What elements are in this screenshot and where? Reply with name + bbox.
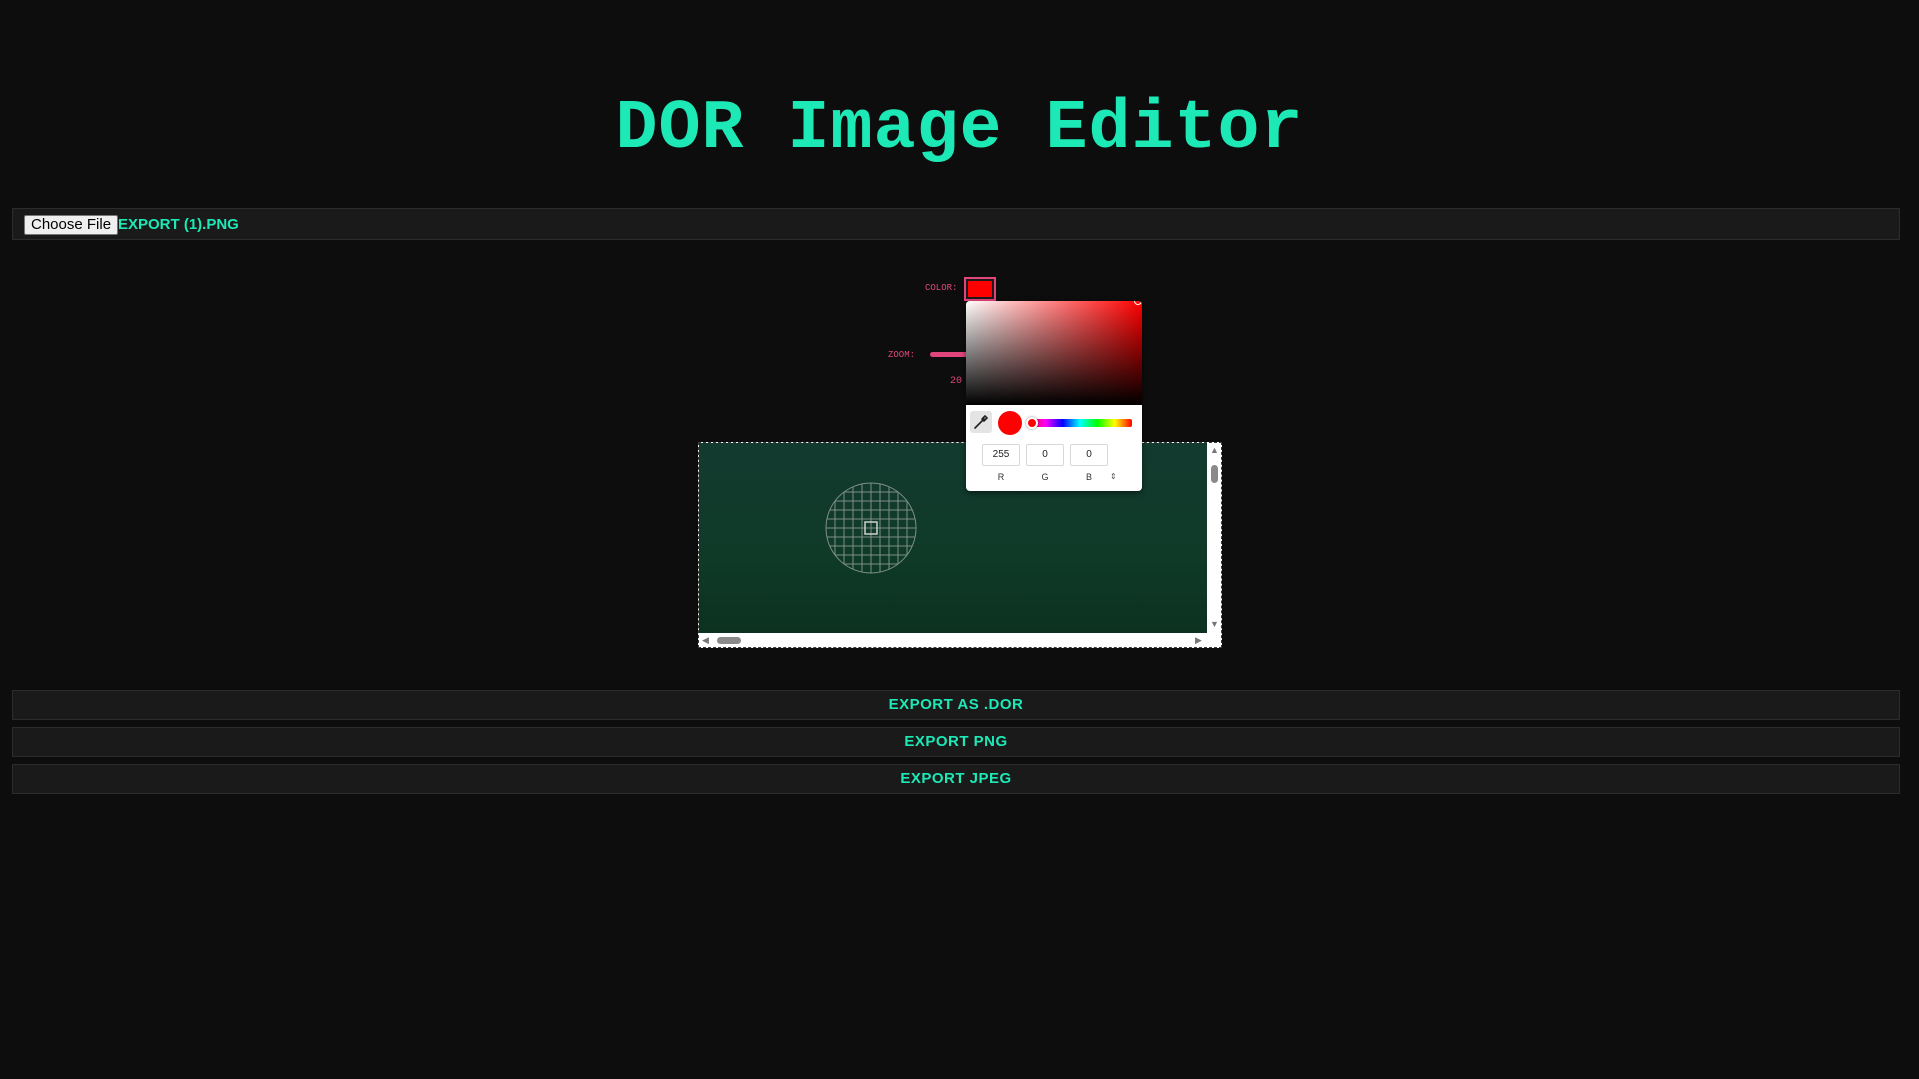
export-png-button[interactable]: EXPORT PNG (12, 727, 1900, 757)
zoom-value: 20 (950, 376, 963, 387)
saturation-area[interactable] (966, 301, 1142, 405)
horizontal-scroll-thumb[interactable] (717, 637, 741, 644)
selected-file-name: EXPORT (1).PNG (118, 216, 239, 233)
hue-slider[interactable] (1028, 419, 1132, 427)
horizontal-scrollbar[interactable]: ◀ ▶ (699, 633, 1207, 647)
hue-handle[interactable] (1026, 417, 1038, 429)
scroll-left-arrow-icon[interactable]: ◀ (702, 635, 709, 645)
vertical-scroll-thumb[interactable] (1211, 465, 1218, 483)
vertical-scrollbar[interactable]: ▲ ▼ (1207, 443, 1221, 633)
zoom-slider[interactable] (930, 352, 970, 357)
green-input[interactable]: 0 (1026, 444, 1064, 466)
scroll-right-arrow-icon[interactable]: ▶ (1195, 635, 1202, 645)
eyedropper-icon (974, 414, 989, 429)
color-preview (998, 411, 1022, 435)
canvas-viewport: ▲ ▼ ◀ ▶ (698, 442, 1222, 648)
green-label: G (1041, 472, 1049, 482)
color-picker-popup: 255 0 0 R G B ⇕ (966, 301, 1142, 491)
color-swatch-button[interactable] (964, 277, 996, 301)
scroll-up-arrow-icon[interactable]: ▲ (1210, 445, 1219, 455)
eyedropper-button[interactable] (970, 411, 992, 433)
export-jpeg-button[interactable]: EXPORT JPEG (12, 764, 1900, 794)
saturation-handle[interactable] (1134, 301, 1142, 305)
blue-input[interactable]: 0 (1070, 444, 1108, 466)
app-title: DOR Image Editor (615, 90, 1304, 169)
choose-file-button[interactable]: Choose File (24, 215, 119, 235)
scroll-down-arrow-icon[interactable]: ▼ (1210, 619, 1219, 629)
color-label: COLOR: (925, 283, 958, 293)
color-swatch-fill (968, 281, 992, 297)
export-dor-button[interactable]: EXPORT AS .DOR (12, 690, 1900, 720)
zoom-label: ZOOM: (888, 350, 916, 360)
blue-label: B (1085, 472, 1092, 482)
color-mode-toggle[interactable]: ⇕ (1110, 472, 1117, 481)
brush-cursor-grid-icon (825, 482, 917, 574)
red-label: R (997, 472, 1005, 482)
red-input[interactable]: 255 (982, 444, 1020, 466)
file-upload-bar: Choose File EXPORT (1).PNG (12, 208, 1900, 240)
